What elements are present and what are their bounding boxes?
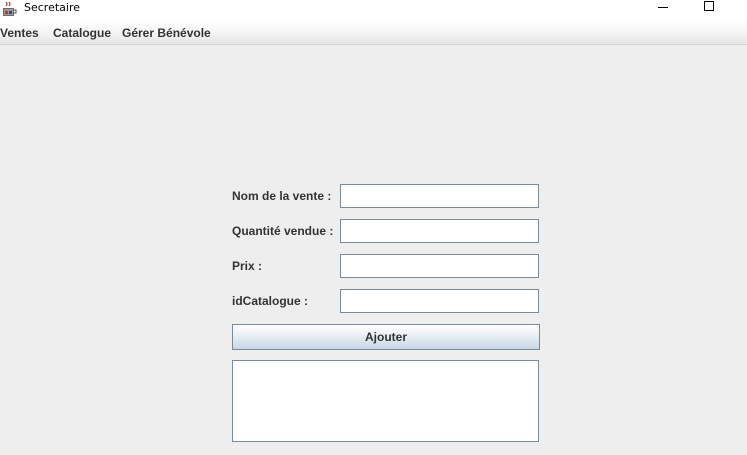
menu-bar: Ventes Catalogue Gérer Bénévole xyxy=(0,21,747,45)
title-bar[interactable]: Secretaire xyxy=(0,0,747,21)
minimize-button[interactable] xyxy=(640,0,686,20)
window-title: Secretaire xyxy=(24,1,81,14)
quantite-vendue-input[interactable] xyxy=(340,219,539,243)
prix-label: Prix : xyxy=(232,259,263,273)
prix-input[interactable] xyxy=(340,254,539,278)
java-coffee-cup-icon xyxy=(3,1,17,16)
quantite-vendue-label: Quantité vendue : xyxy=(232,224,334,238)
id-catalogue-input[interactable] xyxy=(340,289,539,313)
maximize-icon xyxy=(704,1,714,11)
minimize-icon xyxy=(658,7,668,8)
ajouter-button[interactable]: Ajouter xyxy=(232,324,540,350)
menu-ventes[interactable]: Ventes xyxy=(0,25,39,41)
nom-vente-label: Nom de la vente : xyxy=(232,189,332,203)
menu-catalogue[interactable]: Catalogue xyxy=(53,25,111,41)
id-catalogue-label: idCatalogue : xyxy=(232,294,309,308)
menu-gerer-benevole[interactable]: Gérer Bénévole xyxy=(122,25,211,41)
maximize-button[interactable] xyxy=(686,0,732,20)
nom-vente-input[interactable] xyxy=(340,184,539,208)
output-text-area[interactable] xyxy=(232,360,539,442)
